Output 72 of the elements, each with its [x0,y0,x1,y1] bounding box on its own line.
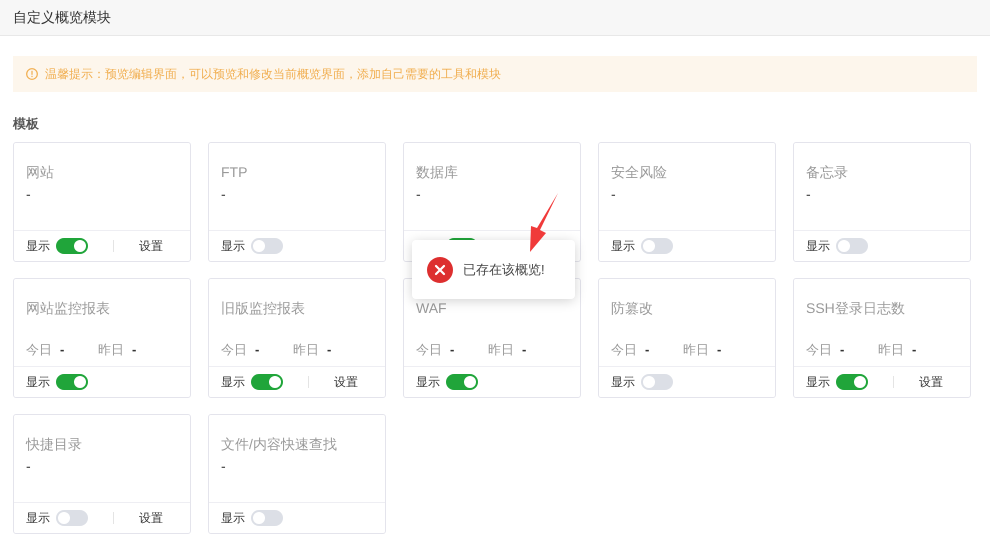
toggle-switch[interactable] [446,374,478,390]
stat-value: - [450,341,456,359]
stat-label: 今日 [221,341,247,359]
show-label: 显示 [221,511,245,525]
arrow-drawing [527,192,559,254]
toggle-switch[interactable] [56,374,88,390]
show-label: 显示 [806,375,830,389]
toggle-switch[interactable] [56,238,88,254]
card-title: 防篡改 [611,299,653,318]
stat-label: 今日 [611,341,637,359]
stat-value: - [60,341,66,359]
settings-link[interactable]: 设置 [919,373,943,391]
card-value: - [416,185,421,204]
toggle-switch[interactable] [251,238,283,254]
toggle-switch[interactable] [836,374,868,390]
show-label: 显示 [806,239,830,253]
settings-link[interactable]: 设置 [139,237,163,255]
show-label: 显示 [611,375,635,389]
card-value: - [221,457,226,476]
show-label: 显示 [26,375,50,389]
show-label: 显示 [26,239,50,253]
toggle-switch[interactable] [251,374,283,390]
card-value: - [611,185,616,204]
toast-message: 已存在该概览! [463,260,545,279]
info-icon [26,68,38,80]
stat-value: - [717,341,722,359]
card-title: 网站监控报表 [26,299,110,318]
settings-link[interactable]: 设置 [334,373,358,391]
show-label: 显示 [26,511,50,525]
stat-value: - [255,341,260,359]
card-title: 数据库 [416,163,459,182]
card-title: WAF [416,299,447,318]
stat-value: - [840,341,846,359]
card-title: 安全风险 [611,163,668,182]
card-value: - [806,185,811,204]
stat-label: 今日 [26,341,52,359]
card-title: SSH登录日志数 [806,299,905,318]
card-title: 旧版监控报表 [221,299,305,318]
show-label: 显示 [416,375,440,389]
toggle-switch[interactable] [641,238,673,254]
card-value: - [26,457,31,476]
stat-label: 昨日 [488,341,514,359]
show-label: 显示 [221,239,245,253]
stat-label: 今日 [806,341,832,359]
stat-label: 昨日 [293,341,319,359]
show-label: 显示 [221,375,245,389]
card-value: - [26,185,31,204]
section-title: 模板 [13,115,39,134]
stat-value: - [645,341,650,359]
notice-text: 温馨提示：预览编辑界面，可以预览和修改当前概览界面，添加自己需要的工具和模块 [45,66,501,83]
toggle-switch[interactable] [836,238,868,254]
settings-link[interactable]: 设置 [139,509,163,527]
stat-label: 昨日 [683,341,709,359]
stat-label: 今日 [416,341,442,359]
show-label: 显示 [611,239,635,253]
card-title: FTP [221,163,248,182]
stat-value: - [132,341,136,359]
stat-label: 昨日 [878,341,904,359]
toggle-switch[interactable] [56,510,88,526]
dialog-title: 自定义概览模块 [13,8,111,27]
card-title: 快捷目录 [26,435,83,454]
card-title: 网站 [26,163,55,182]
error-icon [427,256,453,282]
stat-value: - [912,341,916,359]
stat-value: - [522,341,526,359]
card-title: 备忘录 [806,163,849,182]
stat-label: 昨日 [98,341,124,359]
toggle-switch[interactable] [641,374,673,390]
toggle-switch[interactable] [251,510,283,526]
card-value: - [221,185,226,204]
stat-value: - [327,341,332,359]
card-title: 文件/内容快速查找 [221,435,338,454]
